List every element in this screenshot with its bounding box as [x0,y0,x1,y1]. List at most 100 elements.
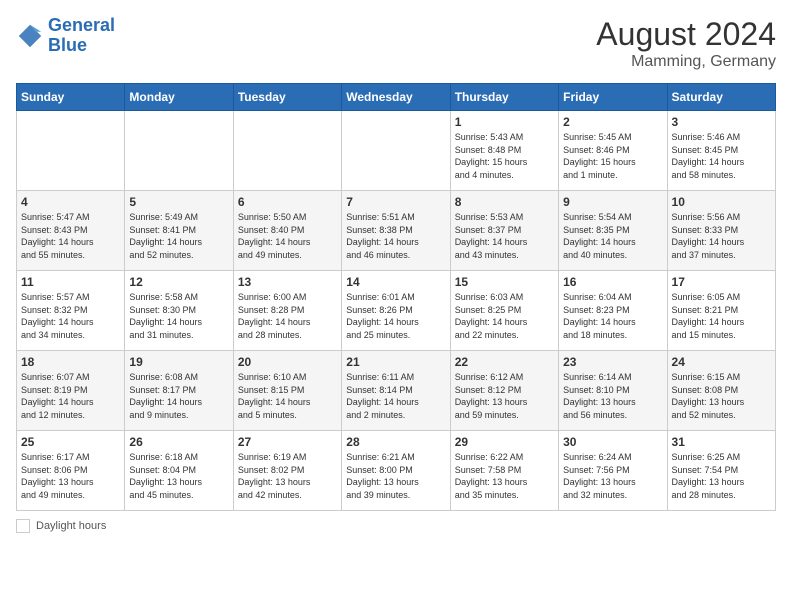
day-number: 9 [563,195,662,209]
day-info: Sunrise: 5:47 AM Sunset: 8:43 PM Dayligh… [21,211,120,261]
day-info: Sunrise: 6:12 AM Sunset: 8:12 PM Dayligh… [455,371,554,421]
day-number: 1 [455,115,554,129]
weekday-header-thursday: Thursday [450,84,558,111]
day-info: Sunrise: 6:24 AM Sunset: 7:56 PM Dayligh… [563,451,662,501]
calendar-cell: 27Sunrise: 6:19 AM Sunset: 8:02 PM Dayli… [233,431,341,511]
day-number: 6 [238,195,337,209]
day-info: Sunrise: 5:53 AM Sunset: 8:37 PM Dayligh… [455,211,554,261]
calendar-cell: 26 Sunrise: 6:18 AM Sunset: 8:04 PM Dayli… [125,431,233,511]
day-info: Sunrise: 6:07 AM Sunset: 8:19 PM Dayligh… [21,371,120,421]
day-info: Sunrise: 5:51 AM Sunset: 8:38 PM Dayligh… [346,211,445,261]
day-info: Sunrise: 6:08 AM Sunset: 8:17 PM Dayligh… [129,371,228,421]
calendar-cell: 18 Sunrise: 6:07 AM Sunset: 8:19 PM Dayli… [17,351,125,431]
calendar-cell: 28 Sunrise: 6:21 AM Sunset: 8:00 PM Dayli… [342,431,450,511]
day-info: Sunrise: 6:15 AM Sunset: 8:08 PM Dayligh… [672,371,771,421]
calendar-cell: 7 Sunrise: 5:51 AM Sunset: 8:38 PM Daylig… [342,191,450,271]
weekday-header-wednesday: Wednesday [342,84,450,111]
day-number: 15 [455,275,554,289]
day-number: 5 [129,195,228,209]
logo: General Blue [16,16,115,56]
day-number: 16 [563,275,662,289]
day-number: 4 [21,195,120,209]
calendar-week-row: 11Sunrise: 5:57 AM Sunset: 8:32 PM Dayli… [17,271,776,351]
day-info: Sunrise: 5:49 AM Sunset: 8:41 PM Dayligh… [129,211,228,261]
day-number: 2 [563,115,662,129]
weekday-header-tuesday: Tuesday [233,84,341,111]
calendar-cell: 1 Sunrise: 5:43 AM Sunset: 8:48 PM Daylig… [450,111,558,191]
calendar-cell: 10Sunrise: 5:56 AM Sunset: 8:33 PM Dayli… [667,191,775,271]
day-number: 24 [672,355,771,369]
day-info: Sunrise: 6:22 AM Sunset: 7:58 PM Dayligh… [455,451,554,501]
weekday-header-monday: Monday [125,84,233,111]
day-info: Sunrise: 6:25 AM Sunset: 7:54 PM Dayligh… [672,451,771,501]
weekday-header-sunday: Sunday [17,84,125,111]
calendar-cell [233,111,341,191]
day-info: Sunrise: 5:58 AM Sunset: 8:30 PM Dayligh… [129,291,228,341]
month-year-title: August 2024 [596,16,776,53]
calendar-cell: 25 Sunrise: 6:17 AM Sunset: 8:06 PM Dayli… [17,431,125,511]
calendar-cell: 16 Sunrise: 6:04 AM Sunset: 8:23 PM Dayli… [559,271,667,351]
day-info: Sunrise: 6:01 AM Sunset: 8:26 PM Dayligh… [346,291,445,341]
logo-icon [16,22,44,50]
calendar-cell: 4 Sunrise: 5:47 AM Sunset: 8:43 PM Daylig… [17,191,125,271]
day-info: Sunrise: 6:03 AM Sunset: 8:25 PM Dayligh… [455,291,554,341]
day-info: Sunrise: 5:50 AM Sunset: 8:40 PM Dayligh… [238,211,337,261]
day-number: 22 [455,355,554,369]
day-info: Sunrise: 5:43 AM Sunset: 8:48 PM Dayligh… [455,131,554,181]
calendar-cell: 3Sunrise: 5:46 AM Sunset: 8:45 PM Daylig… [667,111,775,191]
calendar-week-row: 4 Sunrise: 5:47 AM Sunset: 8:43 PM Daylig… [17,191,776,271]
day-info: Sunrise: 6:00 AM Sunset: 8:28 PM Dayligh… [238,291,337,341]
day-number: 21 [346,355,445,369]
calendar-footer: Daylight hours [16,519,776,533]
day-number: 19 [129,355,228,369]
calendar-cell: 31 Sunrise: 6:25 AM Sunset: 7:54 PM Dayli… [667,431,775,511]
day-info: Sunrise: 5:57 AM Sunset: 8:32 PM Dayligh… [21,291,120,341]
day-number: 7 [346,195,445,209]
day-number: 31 [672,435,771,449]
calendar-cell [17,111,125,191]
day-info: Sunrise: 6:21 AM Sunset: 8:00 PM Dayligh… [346,451,445,501]
daylight-legend: Daylight hours [16,519,106,533]
day-number: 20 [238,355,337,369]
calendar-table: SundayMondayTuesdayWednesdayThursdayFrid… [16,83,776,511]
calendar-cell: 24 Sunrise: 6:15 AM Sunset: 8:08 PM Dayli… [667,351,775,431]
location-subtitle: Mamming, Germany [596,53,776,71]
calendar-cell: 22 Sunrise: 6:12 AM Sunset: 8:12 PM Dayli… [450,351,558,431]
calendar-cell: 21Sunrise: 6:11 AM Sunset: 8:14 PM Dayli… [342,351,450,431]
weekday-header-saturday: Saturday [667,84,775,111]
day-number: 18 [21,355,120,369]
day-info: Sunrise: 6:04 AM Sunset: 8:23 PM Dayligh… [563,291,662,341]
calendar-cell: 29 Sunrise: 6:22 AM Sunset: 7:58 PM Dayli… [450,431,558,511]
weekday-header-friday: Friday [559,84,667,111]
day-info: Sunrise: 6:18 AM Sunset: 8:04 PM Dayligh… [129,451,228,501]
logo-blue: Blue [48,35,87,55]
calendar-cell: 19 Sunrise: 6:08 AM Sunset: 8:17 PM Dayli… [125,351,233,431]
weekday-header-row: SundayMondayTuesdayWednesdayThursdayFrid… [17,84,776,111]
title-block: August 2024 Mamming, Germany [596,16,776,71]
calendar-cell: 30 Sunrise: 6:24 AM Sunset: 7:56 PM Dayli… [559,431,667,511]
day-number: 25 [21,435,120,449]
day-info: Sunrise: 6:10 AM Sunset: 8:15 PM Dayligh… [238,371,337,421]
logo-general: General [48,15,115,35]
day-number: 14 [346,275,445,289]
calendar-cell: 17Sunrise: 6:05 AM Sunset: 8:21 PM Dayli… [667,271,775,351]
day-number: 28 [346,435,445,449]
calendar-week-row: 18 Sunrise: 6:07 AM Sunset: 8:19 PM Dayli… [17,351,776,431]
day-info: Sunrise: 6:19 AM Sunset: 8:02 PM Dayligh… [238,451,337,501]
day-number: 13 [238,275,337,289]
page-header: General Blue August 2024 Mamming, German… [16,16,776,71]
calendar-cell: 6 Sunrise: 5:50 AM Sunset: 8:40 PM Daylig… [233,191,341,271]
day-number: 29 [455,435,554,449]
day-number: 10 [672,195,771,209]
daylight-box [16,519,30,533]
day-info: Sunrise: 6:17 AM Sunset: 8:06 PM Dayligh… [21,451,120,501]
daylight-label: Daylight hours [36,520,106,532]
calendar-cell: 15 Sunrise: 6:03 AM Sunset: 8:25 PM Dayli… [450,271,558,351]
calendar-cell: 20 Sunrise: 6:10 AM Sunset: 8:15 PM Dayli… [233,351,341,431]
calendar-cell: 8Sunrise: 5:53 AM Sunset: 8:37 PM Daylig… [450,191,558,271]
calendar-cell: 23Sunrise: 6:14 AM Sunset: 8:10 PM Dayli… [559,351,667,431]
day-number: 26 [129,435,228,449]
day-number: 30 [563,435,662,449]
day-info: Sunrise: 6:05 AM Sunset: 8:21 PM Dayligh… [672,291,771,341]
day-info: Sunrise: 5:54 AM Sunset: 8:35 PM Dayligh… [563,211,662,261]
